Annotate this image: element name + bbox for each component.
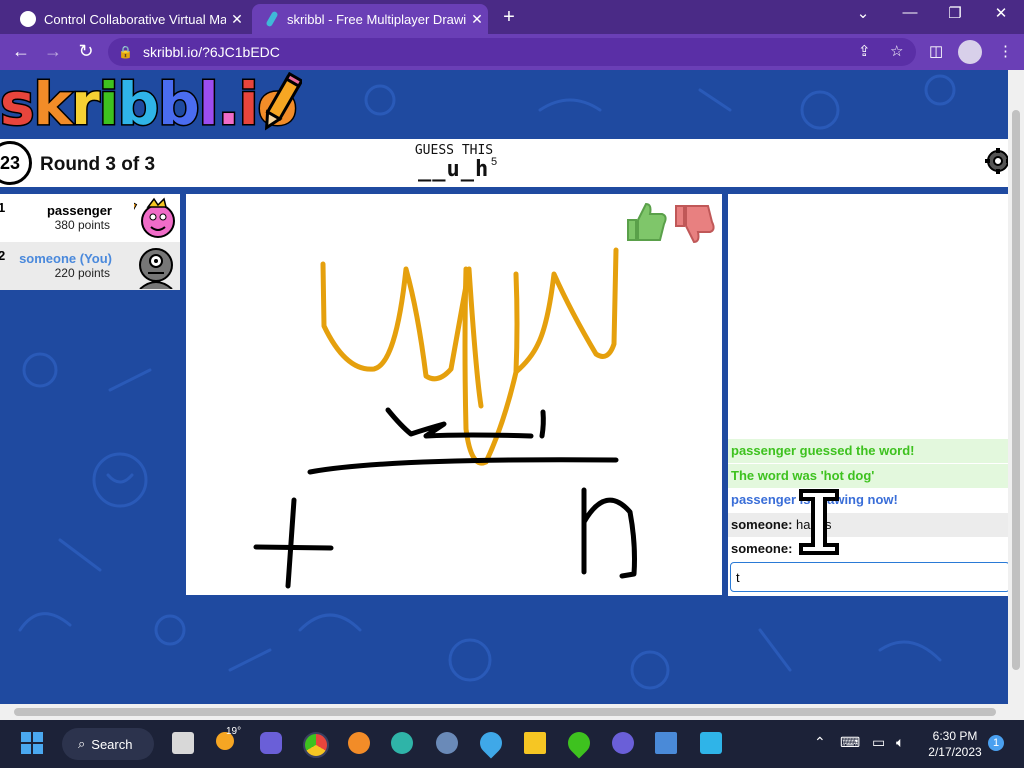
chat-message: The word was 'hot dog' — [728, 464, 1008, 488]
close-tab-icon[interactable]: ✕ — [466, 11, 488, 28]
drawing-strokes — [253, 247, 637, 589]
notification-badge[interactable]: 1 — [988, 735, 1004, 751]
player-name: someone (You) — [19, 251, 112, 266]
chat-guess-input[interactable]: t — [730, 562, 1008, 592]
scrollbar-thumb[interactable] — [1012, 110, 1020, 670]
browser-tab-inactive[interactable]: Control Collaborative Virtual Mac ✕ — [8, 4, 248, 34]
clock-date: 2/17/2023 — [928, 745, 982, 759]
profile-avatar[interactable] — [958, 40, 982, 64]
chat-sender: someone: — [731, 517, 793, 532]
skribbl-pencil-tab-icon — [265, 10, 279, 28]
address-bar[interactable]: 🔒 skribbl.io/?6JC1bEDC ⇪ ☆ — [108, 38, 916, 66]
word-hint: __u_h — [418, 157, 490, 182]
taskbar-search-button[interactable]: ⌕ Search — [62, 728, 154, 760]
tab-search-chevron-icon[interactable]: ⌄ — [848, 4, 878, 22]
restore-button[interactable]: ❐ — [940, 4, 970, 22]
logo-letter: b — [116, 70, 160, 140]
player-row-you[interactable]: 2 someone (You) 220 points — [0, 242, 180, 290]
player-avatar-drawing — [134, 197, 175, 238]
scrollbar-thumb[interactable] — [14, 708, 996, 716]
logo-letter: k — [32, 70, 74, 140]
chat-message: someone: hands — [728, 513, 1008, 537]
player-rank: 1 — [0, 200, 6, 215]
search-label: Search — [91, 736, 133, 752]
player-points: 380 points — [54, 218, 110, 232]
menu-kebab-icon[interactable]: ⋮ — [998, 42, 1013, 60]
windows-start-icon[interactable] — [21, 732, 43, 754]
settings-app-icon[interactable] — [436, 732, 458, 754]
player-avatar-drawing — [139, 248, 173, 289]
edge-icon[interactable] — [391, 732, 413, 754]
search-icon: ⌕ — [78, 736, 86, 751]
water-drop-app-icon[interactable] — [475, 727, 507, 759]
minimize-button[interactable]: — — [895, 4, 925, 21]
logo-letter: l — [197, 70, 220, 140]
forward-button[interactable]: → — [42, 41, 64, 62]
browser-tab-bar: Control Collaborative Virtual Mac ✕ skri… — [0, 0, 1024, 34]
chrome-icon[interactable] — [303, 732, 329, 758]
logo-letter: s — [0, 70, 36, 140]
weather-widget[interactable]: 19° — [216, 726, 241, 754]
logo-letter: b — [157, 70, 201, 140]
browser-toolbar: ← → ↻ 🔒 skribbl.io/?6JC1bEDC ⇪ ☆ ◫ ⋮ — [0, 34, 1024, 70]
logo-letter: i — [97, 70, 120, 140]
chat-message: passenger guessed the word! — [728, 439, 1008, 463]
skribbl-logo: skribbl.io — [0, 70, 299, 140]
player-row[interactable]: 1 passenger 380 points — [0, 194, 180, 242]
skribbl-page: skribbl.io 23 Round 3 of 3 GUESS THIS __… — [0, 70, 1008, 704]
chat-sender: someone: — [731, 541, 793, 556]
vertical-scrollbar[interactable] — [1008, 70, 1024, 704]
close-tab-icon[interactable]: ✕ — [226, 11, 248, 28]
network-icon[interactable]: ▭ — [872, 734, 885, 751]
url-text: skribbl.io/?6JC1bEDC — [142, 44, 280, 60]
browser-tab-active[interactable]: skribbl - Free Multiplayer Drawin ✕ — [252, 4, 488, 34]
player-rank: 2 — [0, 248, 6, 263]
player-name: passenger — [46, 203, 112, 218]
player-list: 1 passenger 380 points 2 someone (You) 2… — [0, 194, 180, 290]
reload-button[interactable]: ↻ — [75, 41, 97, 62]
logo-letter: r — [70, 70, 102, 140]
settings-gear-icon[interactable] — [984, 147, 1008, 175]
green-drop-app-icon[interactable] — [563, 727, 595, 759]
network-app-icon[interactable] — [612, 732, 634, 754]
chat-panel: passenger guessed the word! The word was… — [728, 194, 1008, 596]
remote-app-icon[interactable] — [700, 732, 722, 754]
chrome-tab-icon — [20, 11, 36, 27]
horizontal-scrollbar[interactable] — [0, 704, 1024, 720]
game-header: 23 Round 3 of 3 GUESS THIS __u_h 5 — [0, 139, 1008, 187]
teams-chat-icon[interactable] — [260, 732, 282, 754]
tab-title: skribbl - Free Multiplayer Drawin — [287, 11, 466, 27]
side-panel-icon[interactable]: ◫ — [929, 42, 943, 60]
clock-time: 6:30 PM — [932, 729, 978, 743]
thumbs-down-dislike-icon[interactable] — [672, 200, 718, 246]
chat-message: passenger is drawing now! — [728, 488, 1008, 512]
tab-title: Control Collaborative Virtual Mac — [44, 11, 226, 27]
firefox-icon[interactable] — [348, 732, 370, 754]
keyboard-icon[interactable]: ⌨ — [840, 734, 860, 751]
back-button[interactable]: ← — [10, 41, 32, 62]
bookmark-star-icon[interactable]: ☆ — [890, 42, 903, 60]
thumbs-up-like-icon[interactable] — [624, 200, 670, 246]
monitor-app-icon[interactable] — [655, 732, 677, 754]
lock-icon: 🔒 — [118, 45, 133, 59]
task-view-icon[interactable] — [172, 732, 194, 754]
drawing-canvas[interactable] — [186, 194, 722, 595]
share-icon[interactable]: ⇪ — [858, 42, 871, 60]
weather-temp: 19° — [226, 726, 242, 737]
logo-letter: i — [237, 70, 260, 140]
volume-icon[interactable]: 🔈︎ — [896, 734, 904, 751]
text-cursor-icon — [799, 489, 839, 555]
logo-letter: . — [216, 70, 241, 140]
chat-message: someone: — [728, 537, 1008, 561]
word-length: 5 — [491, 156, 498, 168]
player-points: 220 points — [54, 266, 110, 280]
tray-chevron-icon[interactable]: ⌃ — [814, 734, 826, 751]
file-explorer-icon[interactable] — [524, 732, 546, 754]
close-window-button[interactable]: ✕ — [986, 4, 1016, 22]
logo-pencil-icon — [264, 72, 302, 131]
new-tab-button[interactable]: + — [498, 6, 520, 29]
taskbar-clock[interactable]: 6:30 PM 2/17/2023 — [920, 728, 990, 760]
guess-this-label: GUESS THIS — [414, 143, 494, 158]
windows-taskbar: ⌕ Search 19° ⌃ ⌨ ▭ 🔈︎ 6:30 PM 2/17/2023 1 — [0, 720, 1024, 768]
